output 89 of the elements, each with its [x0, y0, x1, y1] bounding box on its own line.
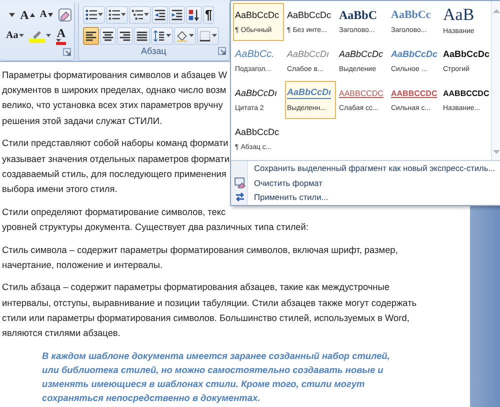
text-line: создаваемый стиль, для последующего применения	[2, 168, 226, 181]
style-preview: AaBbCc	[391, 10, 431, 20]
menu-item[interactable]: Сохранить выделенный фрагмент как новый экспресс-стиль...	[248, 163, 496, 174]
quote-line: или библиотека стилей, но можно самостоятельно создавать новые и	[42, 364, 384, 377]
justify-button[interactable]	[134, 26, 150, 44]
border-icon	[199, 30, 211, 42]
bullet-list-icon	[85, 8, 97, 20]
align-left-button[interactable]	[83, 26, 99, 44]
style-preview: AABBCCDC	[443, 88, 490, 98]
align-center-button[interactable]	[100, 26, 116, 44]
quote-line: изменять имеющиеся в шаблонах стили. Кроме того, стили могут	[42, 378, 365, 392]
style-preview: AaBbCcDc	[287, 10, 332, 20]
multilevel-list-icon	[131, 8, 143, 20]
justify-icon	[136, 30, 148, 42]
caret-icon	[9, 12, 16, 16]
quote-line: сохраняться непосредственно в документах.	[42, 392, 260, 406]
style-preview: AABBCCDC	[339, 88, 384, 98]
text-line: решения этой задачи служат СТИЛИ.	[2, 114, 162, 128]
eraser-icon	[58, 8, 72, 22]
align-right-button[interactable]	[117, 26, 133, 44]
text-line: документов в широких пределах, однако число возм	[2, 84, 226, 98]
numbering-button[interactable]	[106, 6, 128, 24]
borders-button[interactable]	[197, 26, 219, 44]
sort-icon	[188, 8, 200, 20]
line-spacing-icon	[153, 30, 165, 42]
caret-icon	[19, 34, 24, 37]
menu-item[interactable]: Очистить формат	[248, 178, 322, 188]
caret-icon	[121, 13, 126, 16]
style-preview: AaBbCcDc	[339, 48, 384, 60]
eraser-icon	[234, 176, 246, 189]
text-line: Стили представляют собой наборы команд формати	[2, 137, 228, 150]
caret-icon	[98, 13, 103, 16]
clear-format-button[interactable]	[56, 6, 74, 24]
align-right-icon	[119, 30, 131, 42]
caret-icon	[189, 34, 194, 37]
text-line: уровней структуры документа. Существует два различных типа стилей:	[2, 220, 308, 234]
style-preview: AaBbCcDc	[391, 48, 438, 60]
style-preview: AaBbCcDc	[235, 10, 280, 20]
align-center-icon	[102, 30, 114, 42]
text-line: стили или параметры форматирования символов. Большинство стилей, используемых в Word,	[2, 312, 410, 325]
text-line: начертание, положение и интервалы.	[2, 258, 163, 272]
text-line: являются стилями абзацев.	[2, 327, 120, 340]
caret-icon	[212, 34, 217, 37]
dialog-launcher-icon[interactable]	[218, 47, 226, 55]
text-line: велико, что установка всех этих параметров вручну	[2, 99, 223, 112]
decrease-indent-icon	[154, 8, 166, 20]
caret-icon	[48, 12, 53, 16]
change-case-button[interactable]: Aa	[4, 26, 26, 44]
highlighter-icon	[29, 28, 46, 42]
multilevel-button[interactable]	[129, 6, 151, 24]
line-spacing-button[interactable]	[151, 26, 173, 44]
increase-indent-icon	[171, 8, 183, 20]
text-line: Параметры форматирования символов и абзацев W	[2, 69, 227, 82]
text-line: Стиль символа – содержит параметры форматирования символов, включая шрифт, размер,	[2, 244, 398, 257]
style-preview: AaBbCcDc	[235, 126, 280, 138]
shrink-font-button[interactable]: A	[38, 6, 55, 24]
group-label: Абзац	[141, 46, 166, 56]
apply-styles-icon	[234, 191, 246, 204]
style-preview: AaBbCcDı	[235, 88, 278, 98]
text-line: интервалы, отступы, выравнивание и позиции табуляции. Стили абзацев также могут содержать	[2, 296, 417, 310]
style-preview: AABBCCDC	[391, 88, 438, 98]
bullets-button[interactable]	[83, 6, 105, 24]
caret-icon	[144, 13, 149, 16]
menu-item[interactable]: Применить стили...	[248, 192, 328, 202]
style-preview: AaBbCc.	[235, 48, 274, 60]
align-left-icon	[85, 30, 97, 42]
numbered-list-icon	[108, 8, 120, 20]
style-preview: AaBbCcDc	[443, 48, 490, 60]
font-color-button[interactable]: A	[54, 26, 72, 44]
decrease-indent-button[interactable]	[152, 6, 168, 24]
color-bar-icon	[56, 42, 66, 44]
caret-up-icon	[30, 12, 35, 16]
text-line: указывает значения отдельных параметров формати	[2, 152, 230, 166]
style-preview: AaBbCcDı	[287, 48, 330, 60]
paint-bucket-icon	[176, 30, 188, 42]
shading-button[interactable]	[174, 26, 196, 44]
text-line: Стиль абзаца – содержит параметры форматирования абзацев, такие как междустрочные	[2, 281, 390, 294]
style-preview: AaBbCcDı	[287, 87, 332, 99]
style-preview: AaB	[443, 8, 474, 22]
dialog-launcher-icon[interactable]	[63, 48, 71, 56]
caret-icon	[166, 34, 171, 37]
pilcrow-button[interactable]: ¶	[203, 6, 214, 24]
text-line: выбора имени этого стиля.	[2, 182, 118, 196]
quote-line: В каждом шаблоне документа имеется заранее созданный набор стилей,	[42, 350, 390, 363]
grow-font-button[interactable]: A	[18, 6, 37, 24]
text-line: Стили определяют форматирование символов, текс	[2, 206, 226, 219]
sort-button[interactable]	[186, 6, 202, 24]
style-preview: AaBbC	[339, 10, 378, 20]
increase-indent-button[interactable]	[169, 6, 185, 24]
